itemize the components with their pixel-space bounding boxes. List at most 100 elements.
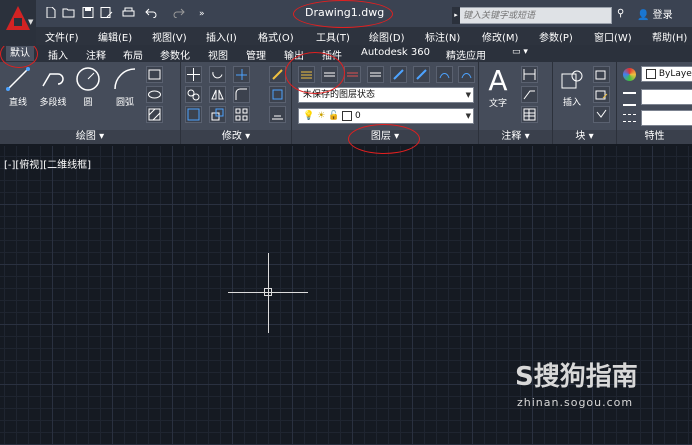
save-as-icon[interactable]	[100, 7, 113, 18]
layer-freeze-icon[interactable]	[344, 66, 361, 83]
stretch-icon[interactable]	[185, 106, 202, 123]
layer-change-icon[interactable]	[413, 66, 430, 83]
circle-tool[interactable]: 圆	[73, 66, 103, 108]
linetype-dropdown[interactable]	[641, 110, 692, 126]
array-icon[interactable]	[233, 106, 250, 123]
draw-panel-footer[interactable]: 绘图 ▾	[0, 130, 180, 144]
modify-panel-footer[interactable]: 修改 ▾	[181, 130, 291, 144]
create-block-icon[interactable]	[593, 66, 610, 83]
block-panel-footer[interactable]: 块 ▾	[553, 130, 616, 144]
bulb-icon: 💡	[303, 111, 315, 121]
menu-edit[interactable]: 编辑(E)	[98, 29, 132, 44]
fillet-icon[interactable]	[233, 86, 250, 103]
tab-view[interactable]: 视图	[208, 47, 228, 62]
menu-parametric[interactable]: 参数(P)	[539, 29, 573, 44]
save-icon[interactable]	[82, 7, 95, 18]
text-icon: A	[488, 64, 508, 97]
more-icon[interactable]: »	[198, 7, 211, 18]
layer-match-icon[interactable]	[390, 66, 407, 83]
search-input[interactable]	[463, 8, 607, 23]
linetype-icon[interactable]	[623, 114, 636, 122]
scale-icon[interactable]	[209, 106, 226, 123]
login-button[interactable]: 👤 登录	[637, 6, 673, 21]
leader-icon[interactable]	[521, 86, 538, 103]
rotate-icon[interactable]	[209, 66, 226, 83]
modify-panel: 修改 ▾	[181, 62, 292, 144]
annotation-panel-footer[interactable]: 注释 ▾	[479, 130, 552, 144]
menu-view[interactable]: 视图(V)	[152, 29, 187, 44]
annotation-circle-title	[293, 0, 393, 28]
dimension-icon[interactable]	[521, 66, 538, 83]
menu-insert[interactable]: 插入(I)	[206, 29, 237, 44]
tab-parametric[interactable]: 参数化	[160, 47, 190, 62]
open-icon[interactable]	[62, 7, 75, 18]
color-dropdown[interactable]: ByLaye	[641, 66, 692, 82]
search-box: ▸	[452, 7, 612, 24]
explode-icon[interactable]	[269, 86, 286, 103]
tab-manage[interactable]: 管理	[246, 47, 266, 62]
menu-format[interactable]: 格式(O)	[258, 29, 294, 44]
arc-tool[interactable]: 圆弧	[110, 66, 140, 108]
tab-annotate[interactable]: 注释	[86, 47, 106, 62]
table-icon[interactable]	[521, 106, 538, 123]
tab-autodesk-360[interactable]: Autodesk 360	[361, 47, 430, 58]
circle-icon	[76, 67, 100, 91]
rectangle-icon[interactable]	[146, 66, 163, 83]
text-label: 文字	[488, 99, 507, 109]
search-expand-icon[interactable]: ▸	[452, 7, 460, 24]
menu-tools[interactable]: 工具(T)	[316, 29, 350, 44]
menu-draw[interactable]: 绘图(D)	[369, 29, 405, 44]
chevron-down-icon: ▼	[28, 18, 34, 26]
ellipse-icon[interactable]	[146, 86, 163, 103]
mirror-icon[interactable]	[209, 86, 226, 103]
move-icon[interactable]	[185, 66, 202, 83]
current-layer-value: 0	[355, 111, 361, 121]
logo-notch	[14, 18, 22, 26]
ribbon: 直线 多段线 圆 圆弧 绘图 ▾ 修改 ▾ 未保存的图层状态 ▼ 💡 ☀ 🔓 0…	[0, 62, 692, 144]
line-icon	[6, 67, 30, 91]
color-value: ByLaye	[658, 69, 692, 79]
application-menu-button[interactable]: ▼	[0, 0, 36, 46]
arc-label: 圆弧	[115, 98, 134, 108]
ribbon-toggle-icon[interactable]: ▭ ▾	[512, 47, 528, 57]
insert-label: 插入	[562, 98, 581, 108]
menu-window[interactable]: 窗口(W)	[594, 29, 632, 44]
lineweight-dropdown[interactable]	[641, 89, 692, 105]
properties-panel-footer[interactable]: 特性	[617, 130, 692, 144]
layer-unisolate-icon[interactable]	[458, 66, 475, 83]
menu-help[interactable]: 帮助(H)	[652, 29, 687, 44]
copy-icon[interactable]	[185, 86, 202, 103]
menu-dimension[interactable]: 标注(N)	[425, 29, 460, 44]
tab-insert[interactable]: 插入	[48, 47, 68, 62]
circle-label: 圆	[83, 98, 93, 108]
tab-layout[interactable]: 布局	[123, 47, 143, 62]
undo-icon[interactable]	[145, 7, 158, 18]
lineweight-icon[interactable]	[623, 92, 636, 106]
annotation-circle-layer-tool	[285, 52, 345, 94]
redo-icon[interactable]	[172, 7, 185, 18]
layer-isolate-icon[interactable]	[436, 66, 453, 83]
print-icon[interactable]	[122, 7, 135, 18]
new-icon[interactable]	[44, 7, 57, 18]
hatch-icon[interactable]	[146, 106, 163, 123]
user-icon: 👤	[637, 10, 650, 21]
menu-modify[interactable]: 修改(M)	[482, 29, 518, 44]
text-tool[interactable]: A 文字	[482, 64, 514, 110]
binoculars-icon[interactable]: ⚲	[617, 8, 624, 19]
sun-icon: ☀	[317, 111, 326, 121]
drawing-canvas[interactable]: [-][俯视][二维线框] S搜狗指南 zhinan.sogou.com	[0, 146, 692, 445]
polyline-tool[interactable]: 多段线	[37, 66, 69, 108]
tab-featured-apps[interactable]: 精选应用	[446, 47, 486, 62]
trim-icon[interactable]	[233, 66, 250, 83]
erase-icon[interactable]	[269, 66, 286, 83]
attribute-icon[interactable]	[593, 106, 610, 123]
offset-icon[interactable]	[269, 106, 286, 123]
viewport-label[interactable]: [-][俯视][二维线框]	[4, 156, 91, 171]
line-tool[interactable]: 直线	[3, 66, 33, 108]
edit-block-icon[interactable]	[593, 86, 610, 103]
current-layer-dropdown[interactable]: 💡 ☀ 🔓 0 ▼	[298, 108, 474, 124]
layer-lock-icon[interactable]	[367, 66, 384, 83]
menu-file[interactable]: 文件(F)	[45, 29, 79, 44]
insert-block-tool[interactable]: 插入	[556, 68, 588, 108]
match-properties-icon[interactable]	[623, 68, 636, 81]
